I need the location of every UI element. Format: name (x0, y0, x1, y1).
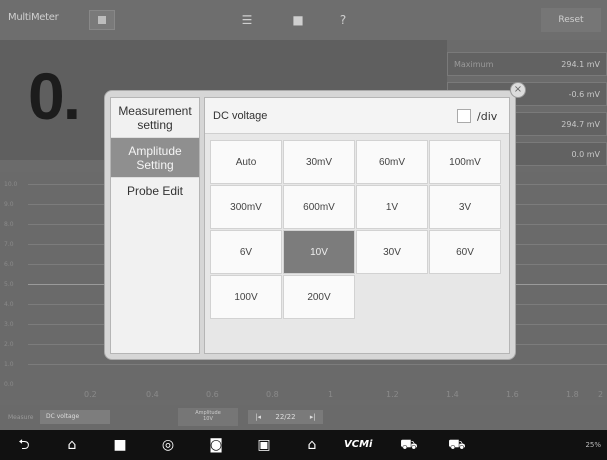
amplitude-option[interactable]: 600mV (283, 185, 355, 229)
y-tick-label: 4.0 (4, 301, 14, 308)
y-tick-label: 5.0 (4, 281, 14, 288)
amplitude-option[interactable]: 100mV (429, 140, 501, 184)
stop-icon (98, 16, 106, 24)
filter-icon[interactable]: ☰ (240, 13, 254, 27)
stat-value: -0.6 mV (568, 89, 600, 99)
stat-label: Maximum (454, 59, 494, 69)
car-network-icon[interactable]: ⛟ (448, 437, 466, 453)
house-icon[interactable]: ⌂ (304, 437, 320, 453)
y-tick-label: 9.0 (4, 201, 14, 208)
x-tick-label: 0.6 (206, 390, 219, 399)
app-title: MultiMeter (8, 12, 59, 23)
div-label: /div (477, 110, 498, 123)
chrome-icon[interactable]: ◎ (160, 437, 176, 453)
x-tick-label: 2 (598, 390, 604, 399)
y-tick-label: 0.0 (4, 381, 14, 388)
settings-side-menu: Measurement setting Amplitude Setting Pr… (110, 97, 200, 354)
y-tick-label: 3.0 (4, 321, 14, 328)
stat-value: 0.0 mV (571, 149, 600, 159)
stat-value: 294.7 mV (561, 119, 600, 129)
amplitude-option[interactable]: 30mV (283, 140, 355, 184)
amplitude-option[interactable]: Auto (210, 140, 282, 184)
stop-button[interactable] (89, 10, 115, 30)
x-tick-label: 1.2 (386, 390, 399, 399)
vcm-icon[interactable]: VCMi (344, 437, 372, 453)
amplitude-option-selected[interactable]: 10V (283, 230, 355, 274)
menu-probe-edit[interactable]: Probe Edit (111, 178, 199, 204)
amplitude-option[interactable]: 6V (210, 230, 282, 274)
x-tick-label: 0.4 (146, 390, 159, 399)
x-tick-label: 1.6 (506, 390, 519, 399)
y-tick-label: 8.0 (4, 221, 14, 228)
page-indicator: 22/22 (275, 413, 296, 421)
amplitude-value: 10V (203, 416, 213, 422)
measure-select[interactable]: DC voltage (40, 410, 110, 424)
amplitude-option[interactable]: 60V (429, 230, 501, 274)
y-tick-label: 2.0 (4, 341, 14, 348)
panel-header: DC voltage /div (205, 98, 509, 134)
amplitude-option[interactable]: 3V (429, 185, 501, 229)
x-tick-label: 1.8 (566, 390, 579, 399)
home-icon[interactable]: ⌂ (64, 437, 80, 453)
amplitude-panel: DC voltage /div Auto 30mV 60mV 100mV 300… (204, 97, 510, 354)
x-tick-label: 1 (328, 390, 334, 399)
menu-measurement-setting[interactable]: Measurement setting (111, 98, 199, 138)
amplitude-option[interactable]: 60mV (356, 140, 428, 184)
amplitude-option[interactable]: 200V (283, 275, 355, 319)
next-page-icon[interactable]: ▸| (310, 413, 316, 421)
div-checkbox[interactable] (457, 109, 471, 123)
car-icon[interactable]: ⛟ (400, 437, 418, 453)
x-tick-label: 1.4 (446, 390, 459, 399)
measure-label: Measure (8, 414, 34, 421)
menu-amplitude-setting[interactable]: Amplitude Setting (111, 138, 199, 178)
amplitude-option[interactable]: 300mV (210, 185, 282, 229)
camera-icon[interactable]: ◙ (208, 437, 224, 453)
amplitude-option[interactable]: 1V (356, 185, 428, 229)
y-tick-label: 10.0 (4, 181, 18, 188)
amplitude-button[interactable]: Amplitude 10V (178, 408, 238, 426)
y-tick-label: 1.0 (4, 361, 14, 368)
stat-maximum: Maximum 294.1 mV (447, 52, 607, 76)
help-icon[interactable]: ? (336, 13, 350, 27)
y-tick-label: 7.0 (4, 241, 14, 248)
close-icon[interactable]: × (510, 82, 526, 98)
page-navigator: |◂ 22/22 ▸| (248, 410, 323, 424)
x-tick-label: 0.2 (84, 390, 97, 399)
folder-icon[interactable]: ■ (291, 13, 305, 27)
x-tick-label: 0.8 (266, 390, 279, 399)
battery-status: 25% (585, 441, 601, 449)
panel-title: DC voltage (213, 110, 268, 122)
y-tick-label: 6.0 (4, 261, 14, 268)
top-bar: MultiMeter ☰ ■ ? Reset (0, 0, 607, 40)
screen-capture-icon[interactable]: ▣ (256, 437, 272, 453)
prev-page-icon[interactable]: |◂ (255, 413, 261, 421)
recent-apps-icon[interactable]: ■ (112, 437, 128, 453)
amplitude-option[interactable]: 30V (356, 230, 428, 274)
control-strip: Measure DC voltage Amplitude 10V |◂ 22/2… (0, 405, 607, 430)
reset-button[interactable]: Reset (541, 8, 601, 32)
back-icon[interactable]: ⮌ (16, 437, 32, 453)
stat-value: 294.1 mV (561, 59, 600, 69)
amplitude-option[interactable]: 100V (210, 275, 282, 319)
system-nav-bar: ⮌ ⌂ ■ ◎ ◙ ▣ ⌂ VCMi ⛟ ⛟ 25% (0, 430, 607, 460)
reading-value: 0. (28, 59, 81, 133)
grid-line (28, 364, 607, 365)
